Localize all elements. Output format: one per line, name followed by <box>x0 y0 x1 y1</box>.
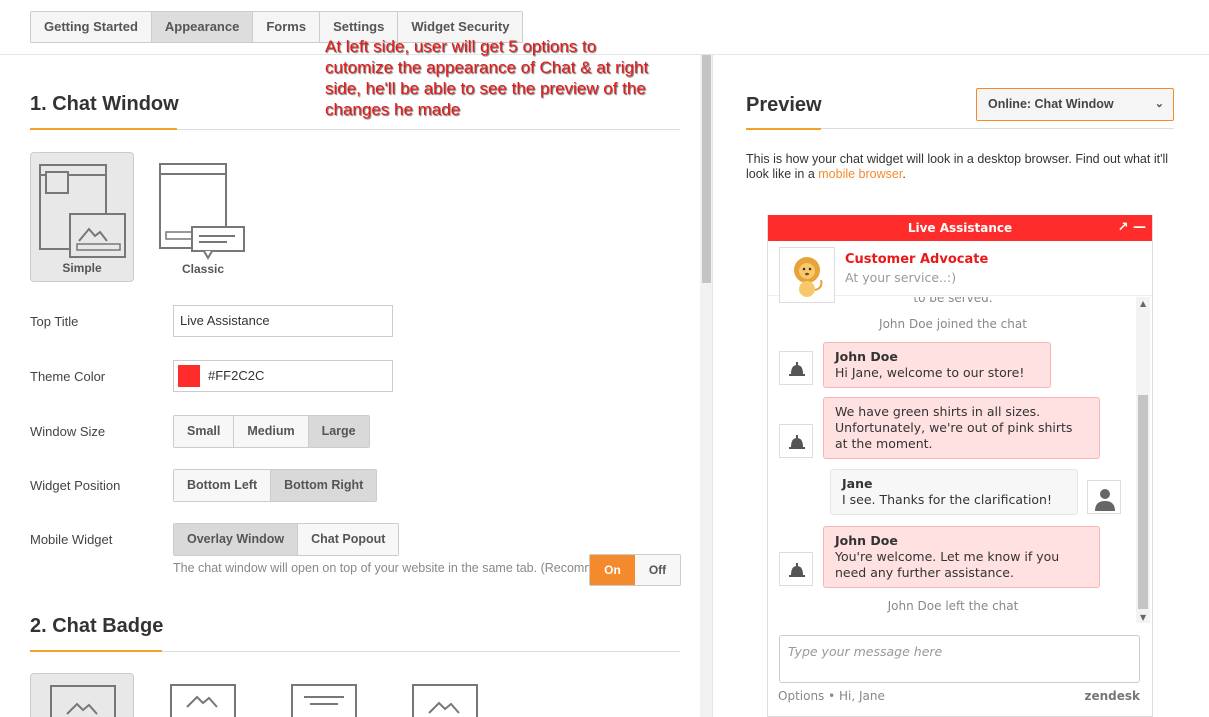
agent-avatar <box>779 247 835 303</box>
message-text: I see. Thanks for the clarification! <box>842 492 1052 507</box>
agent-bell-icon <box>779 424 813 458</box>
badge-image-icon <box>50 685 116 717</box>
classic-layout-icon <box>159 163 245 261</box>
window-size-label: Window Size <box>30 424 106 439</box>
badge-image-icon <box>412 684 478 717</box>
chat-badge-heading: 2. Chat Badge <box>30 615 164 637</box>
tab-forms[interactable]: Forms <box>253 12 321 42</box>
theme-color-input[interactable]: #FF2C2C <box>173 360 393 392</box>
badge-on-button[interactable]: On <box>590 555 635 585</box>
layout-simple-label: Simple <box>62 261 102 275</box>
badge-option-2[interactable] <box>151 673 255 717</box>
message-sender: John Doe <box>835 533 898 548</box>
theme-color-label: Theme Color <box>30 369 106 384</box>
scroll-down-icon[interactable]: ▼ <box>1140 613 1146 622</box>
message-sender: John Doe <box>835 349 898 364</box>
tab-appearance[interactable]: Appearance <box>151 12 254 42</box>
settings-panel: 1. Chat Window Simple Classic Top Title … <box>0 55 700 717</box>
visitor-avatar-icon <box>1087 480 1121 514</box>
mobile-chat-popout[interactable]: Chat Popout <box>298 524 399 555</box>
system-message-joined: John Doe joined the chat <box>879 317 1027 331</box>
lion-mascot-icon <box>794 257 823 297</box>
layout-classic-label: Classic <box>181 262 225 276</box>
layout-classic-option[interactable]: Classic <box>151 152 255 282</box>
widget-header: Live Assistance ↗ — <box>768 215 1152 241</box>
agent-info: Customer Advocate At your service..:) <box>768 241 1152 303</box>
window-size-small[interactable]: Small <box>174 416 235 447</box>
message-sender: Jane <box>842 476 873 491</box>
badge-text-icon <box>291 684 357 717</box>
preview-desc-end: . <box>902 167 906 181</box>
badge-option-4[interactable] <box>393 673 497 717</box>
message-list: to be served. John Doe joined the chat J… <box>768 297 1138 623</box>
preview-description: This is how your chat widget will look i… <box>746 152 1176 182</box>
position-bottom-right[interactable]: Bottom Right <box>271 470 377 501</box>
column-divider <box>712 55 713 717</box>
settings-scroll-thumb[interactable] <box>702 55 711 283</box>
widget-footer: Options • Hi, Jane zendesk <box>778 689 1140 703</box>
chat-bubble-agent: We have green shirts in all sizes. Unfor… <box>823 397 1100 459</box>
badge-image-icon <box>170 684 236 717</box>
theme-color-value: #FF2C2C <box>208 368 265 383</box>
section-underline <box>30 650 162 652</box>
chevron-down-icon: ⌄ <box>1154 98 1164 110</box>
mobile-widget-hint: The chat window will open on top of your… <box>173 561 634 575</box>
message-text: Hi Jane, welcome to our store! <box>835 365 1025 380</box>
chat-bubble-agent: John Doe Hi Jane, welcome to our store! <box>823 342 1051 388</box>
agent-bell-icon <box>779 351 813 385</box>
message-placeholder: Type your message here <box>788 644 943 659</box>
chat-widget-preview: Live Assistance ↗ — Customer Advocate At… <box>767 215 1153 717</box>
message-input[interactable]: Type your message here <box>779 635 1140 683</box>
mobile-browser-link[interactable]: mobile browser <box>818 167 902 181</box>
preview-heading: Preview <box>746 94 822 116</box>
widget-header-title: Live Assistance <box>907 221 1013 235</box>
chat-window-heading: 1. Chat Window <box>30 93 179 115</box>
mobile-widget-label: Mobile Widget <box>30 532 113 547</box>
popout-minimize-icon[interactable]: ↗ — <box>1118 215 1146 241</box>
top-title-label: Top Title <box>30 314 79 329</box>
chat-bubble-agent: John Doe You're welcome. Let me know if … <box>823 526 1100 588</box>
message-text: We have green shirts in all sizes. Unfor… <box>835 404 1073 451</box>
position-bottom-left[interactable]: Bottom Left <box>174 470 272 501</box>
system-message-left: John Doe left the chat <box>887 599 1019 613</box>
badge-off-button[interactable]: Off <box>635 555 680 585</box>
chat-badge-toggle: On Off <box>589 554 681 586</box>
mobile-widget-group: Overlay Window Chat Popout <box>173 523 400 556</box>
preview-desc-text: This is how your chat widget will look i… <box>746 152 1169 181</box>
window-size-group: Small Medium Large <box>173 415 370 448</box>
message-text: You're welcome. Let me know if you need … <box>835 549 1060 580</box>
badge-option-3[interactable] <box>272 673 376 717</box>
top-title-input[interactable]: Live Assistance <box>173 305 393 337</box>
window-size-large[interactable]: Large <box>308 416 369 447</box>
preview-mode-select[interactable]: Online: Chat Window ⌄ <box>976 88 1174 121</box>
zendesk-logo: zendesk <box>1084 689 1140 703</box>
options-link[interactable]: Options • Hi, Jane <box>778 689 885 703</box>
chat-scroll-thumb[interactable] <box>1138 395 1148 609</box>
theme-color-swatch[interactable] <box>178 365 200 387</box>
agent-name: Customer Advocate <box>845 252 989 267</box>
chat-bubble-visitor: Jane I see. Thanks for the clarification… <box>830 469 1078 515</box>
layout-simple-option[interactable]: Simple <box>30 152 134 282</box>
mobile-overlay-window[interactable]: Overlay Window <box>174 524 299 555</box>
badge-option-1[interactable] <box>30 673 134 717</box>
widget-position-group: Bottom Left Bottom Right <box>173 469 378 502</box>
annotation-note: At left side, user will get 5 options to… <box>325 37 649 119</box>
scroll-up-icon[interactable]: ▲ <box>1140 299 1146 308</box>
system-message: to be served. <box>913 297 993 305</box>
window-size-medium[interactable]: Medium <box>234 416 309 447</box>
section-underline <box>746 128 821 130</box>
simple-layout-icon <box>39 164 126 258</box>
tab-getting-started[interactable]: Getting Started <box>31 12 152 42</box>
agent-bell-icon <box>779 552 813 586</box>
preview-mode-value: Online: Chat Window <box>988 97 1114 111</box>
widget-position-label: Widget Position <box>30 478 121 493</box>
agent-tagline: At your service..:) <box>845 270 957 285</box>
section-underline <box>30 128 177 130</box>
